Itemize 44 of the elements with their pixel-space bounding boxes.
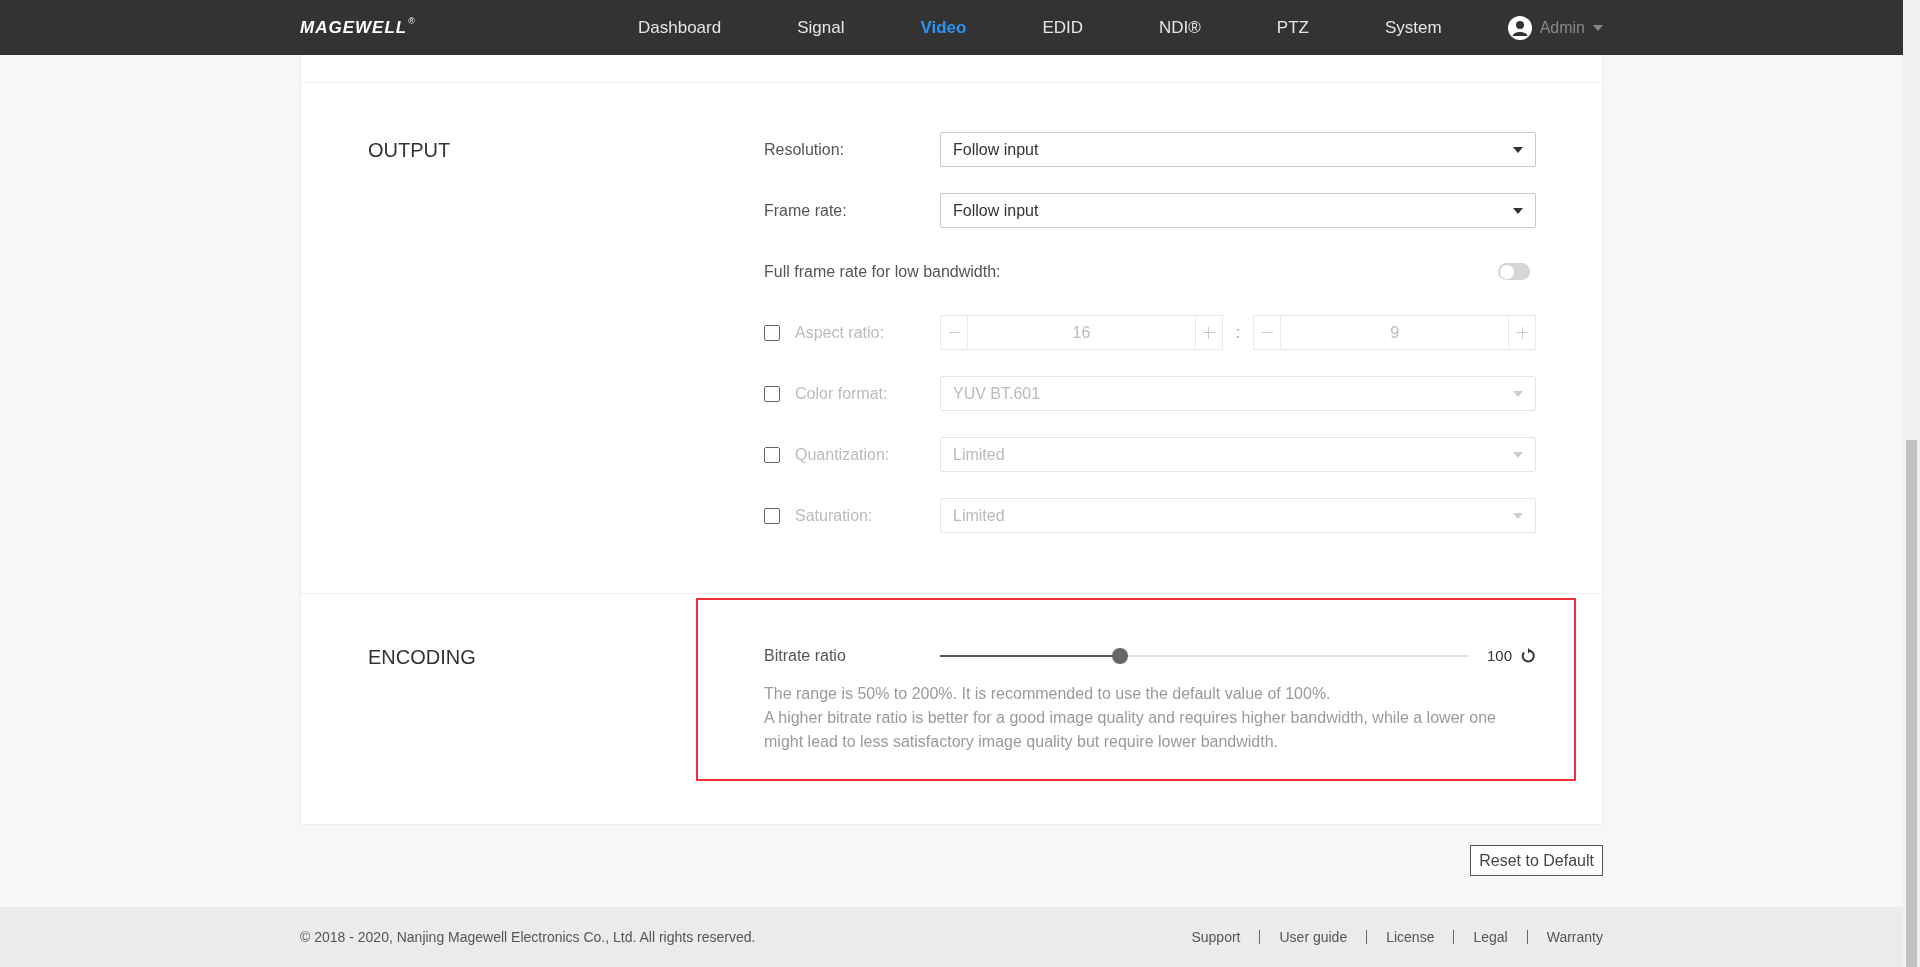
caret-icon — [1513, 512, 1523, 519]
slider-label: Bitrate ratio — [764, 646, 847, 666]
nav-tab[interactable]: Signal — [759, 14, 883, 41]
nav-tab[interactable]: Video — [882, 14, 1005, 41]
nav-tab[interactable]: EDID — [1004, 14, 1122, 41]
field-label: Color format: — [795, 383, 888, 404]
nav-tab[interactable]: NDI® — [1121, 14, 1239, 41]
help-text: The range is 50% to 200%. It is recommended to use the default value of 100%. — [764, 684, 1332, 704]
help-text: A higher bitrate ratio is better for a good image quality and requires higher bandwidth, while a lower one might lead to less satisfactory image quality but require lower bandwidth. — [764, 708, 1497, 752]
scrollbar-thumb[interactable] — [1906, 440, 1917, 967]
footer-link[interactable]: License — [1386, 926, 1435, 948]
field-label: Aspect ratio: — [795, 322, 884, 343]
ratio-separator: : — [1234, 322, 1242, 343]
caret-icon — [1593, 24, 1603, 31]
nav-tab[interactable]: PTZ — [1238, 14, 1347, 41]
copyright-text: © 2018 - 2020, Nanjing Magewell Electronics Co., Ltd. All rights reserved. — [300, 927, 756, 947]
field-label: Resolution: — [764, 139, 845, 160]
registered-mark: ® — [408, 14, 415, 28]
caret-icon — [1513, 451, 1523, 458]
nav-tab[interactable]: System — [1346, 14, 1480, 41]
slider-thumb[interactable] — [1111, 648, 1128, 664]
section-title: OUTPUT — [368, 138, 452, 163]
user-avatar-icon — [1507, 15, 1532, 40]
dropdown-field[interactable]: Follow input — [940, 193, 1536, 228]
user-menu[interactable]: Admin — [1507, 15, 1603, 40]
field-label: Full frame rate for low bandwidth: — [764, 261, 1001, 282]
dropdown-field[interactable]: Follow input — [940, 132, 1536, 167]
caret-icon — [1513, 207, 1523, 214]
field-label: Saturation: — [795, 505, 873, 526]
footer-link[interactable]: Support — [1191, 926, 1241, 948]
caret-icon — [1513, 146, 1523, 153]
field-label: Quantization: — [795, 444, 890, 465]
caret-icon — [1513, 390, 1523, 397]
reset-icon[interactable] — [1520, 648, 1536, 664]
footer-link[interactable]: User guide — [1279, 926, 1348, 948]
footer-link[interactable]: Legal — [1473, 926, 1508, 948]
toggle-switch[interactable] — [1498, 263, 1530, 280]
nav-tab[interactable]: Dashboard — [600, 14, 760, 41]
slider-value: 100 — [1486, 645, 1512, 666]
logo: MAGEWELL — [300, 16, 408, 39]
footer-link[interactable]: Warranty — [1546, 926, 1603, 948]
field-label: Frame rate: — [764, 200, 847, 221]
section-title: ENCODING — [368, 645, 477, 670]
reset-to-default-button[interactable]: Reset to Default — [1470, 845, 1603, 876]
